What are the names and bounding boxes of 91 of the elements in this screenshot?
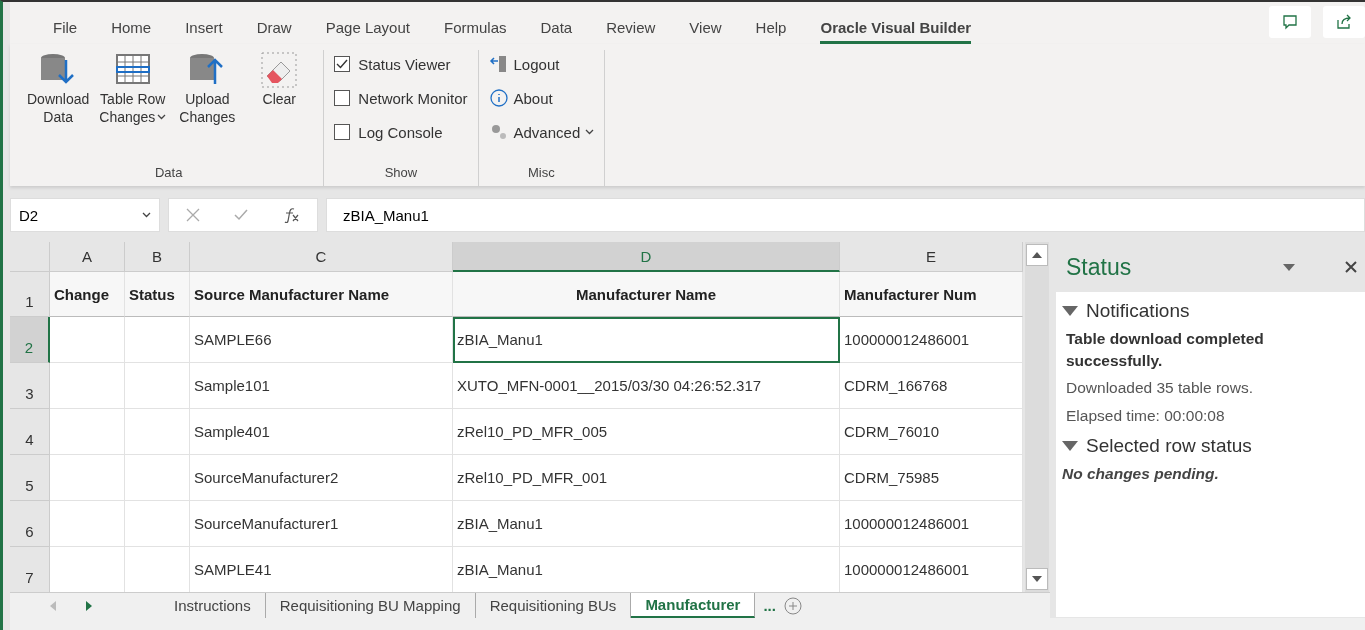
table-cell: CDRM_166768 — [840, 363, 1023, 409]
ribbon-button[interactable]: Logout — [488, 50, 595, 78]
share-button[interactable] — [1323, 6, 1365, 38]
eraser-icon — [259, 50, 300, 90]
menu-tab[interactable]: Home — [94, 19, 169, 44]
column-header[interactable]: D — [453, 242, 840, 272]
checkbox-option[interactable]: Status Viewer — [334, 50, 468, 78]
table-cell: XUTO_MFN-0001__2015/03/30 04:26:52.317 — [453, 363, 840, 409]
tab-next-icon[interactable] — [86, 600, 92, 611]
name-box[interactable]: D2 — [10, 198, 160, 232]
column-header[interactable]: B — [125, 242, 190, 272]
column-title: Change — [50, 272, 125, 317]
column-header[interactable]: E — [840, 242, 1023, 272]
dropdown-icon — [142, 212, 151, 218]
menu-tab[interactable]: Page Layout — [308, 19, 427, 44]
row-header[interactable]: 4 — [10, 409, 50, 455]
group-label: Misc — [527, 164, 556, 182]
row-header[interactable]: 1 — [10, 272, 50, 317]
table-cell: SAMPLE66 — [190, 317, 453, 363]
function-icon[interactable] — [282, 207, 300, 223]
table-cell: 100000012486001 — [840, 317, 1023, 363]
sheet-tab[interactable]: Manufacturer — [631, 593, 756, 618]
column-header[interactable]: A — [50, 242, 125, 272]
column-title: Manufacturer Num — [840, 272, 1023, 317]
menu-tab[interactable]: Draw — [239, 19, 309, 44]
menu-tab[interactable]: View — [672, 19, 739, 44]
row-header[interactable]: 6 — [10, 501, 50, 547]
table-cell: zRel10_PD_MFR_005 — [453, 409, 840, 455]
row-header[interactable]: 2 — [10, 317, 50, 363]
pane-title: Status — [1066, 253, 1133, 281]
info-icon — [488, 88, 509, 108]
share-icon — [1336, 14, 1352, 30]
section-header[interactable]: Notifications — [1056, 292, 1365, 322]
logout-icon — [488, 54, 509, 74]
column-title: Source Manufacturer Name — [190, 272, 453, 317]
table-cell: zBIA_Manu1 — [453, 317, 840, 363]
vertical-scrollbar[interactable] — [1025, 242, 1049, 592]
table-cell — [125, 455, 190, 501]
table-cell: zBIA_Manu1 — [453, 501, 840, 547]
ribbon-button[interactable]: Table Row Changes — [96, 50, 170, 161]
table-cell: CDRM_75985 — [840, 455, 1023, 501]
row-header[interactable]: 5 — [10, 455, 50, 501]
row-header[interactable]: 7 — [10, 547, 50, 592]
table-cell: Sample101 — [190, 363, 453, 409]
menu-tab[interactable]: Data — [523, 19, 590, 44]
add-sheet-icon[interactable] — [783, 596, 802, 615]
table-cell: Sample401 — [190, 409, 453, 455]
row-header[interactable]: 3 — [10, 363, 50, 409]
table-cell: zRel10_PD_MFR_001 — [453, 455, 840, 501]
scroll-down-icon — [1032, 576, 1042, 582]
table-cell: CDRM_76010 — [840, 409, 1023, 455]
ribbon-button[interactable]: About — [488, 84, 595, 112]
table-cell — [125, 409, 190, 455]
table-cell: SourceManufacturer1 — [190, 501, 453, 547]
cancel-icon[interactable] — [186, 208, 200, 222]
status-message: Elapsed time: 00:00:08 — [1065, 406, 1226, 427]
checkbox-option[interactable]: Log Console — [334, 118, 468, 146]
menu-tab[interactable]: Help — [738, 19, 804, 44]
checkbox-option[interactable]: Network Monitor — [334, 84, 468, 112]
pane-options-icon[interactable] — [1283, 263, 1295, 271]
menu-tab[interactable]: Review — [589, 19, 673, 44]
column-title: Status — [125, 272, 190, 317]
more-tabs[interactable]: ... — [755, 597, 784, 614]
status-message: No changes pending. — [1061, 463, 1220, 484]
table-cell: 100000012486001 — [840, 501, 1023, 547]
status-message: Downloaded 35 table rows. — [1065, 378, 1254, 399]
table-cell — [125, 317, 190, 363]
table-cell: SourceManufacturer2 — [190, 455, 453, 501]
formula-field[interactable]: zBIA_Manu1 — [326, 198, 1365, 232]
comment-icon — [1282, 14, 1298, 30]
status-message: Table download completed successfully. — [1065, 329, 1265, 371]
check-icon — [336, 59, 349, 69]
group-label: Show — [383, 164, 419, 182]
group-label: Data — [153, 164, 184, 182]
menu-tab[interactable]: Formulas — [426, 19, 524, 44]
table-cell — [125, 501, 190, 547]
close-icon[interactable] — [1345, 261, 1357, 273]
ribbon-button[interactable]: Clear — [245, 50, 314, 161]
scroll-up-icon — [1032, 252, 1042, 258]
column-header[interactable]: C — [190, 242, 453, 272]
comments-button[interactable] — [1269, 6, 1311, 38]
menu-tab[interactable]: File — [36, 19, 95, 44]
ribbon-button[interactable]: Download Data — [24, 50, 93, 161]
ribbon-button[interactable]: Advanced — [488, 118, 595, 146]
menu-tab[interactable]: Oracle Visual Builder — [820, 19, 972, 44]
check-icon[interactable] — [234, 209, 248, 221]
table-cell — [125, 363, 190, 409]
menu-tab[interactable]: Insert — [168, 19, 240, 44]
column-title: Manufacturer Name — [453, 272, 840, 317]
section-header[interactable]: Selected row status — [1056, 426, 1365, 457]
ribbon-button[interactable]: Upload Changes — [173, 50, 242, 161]
